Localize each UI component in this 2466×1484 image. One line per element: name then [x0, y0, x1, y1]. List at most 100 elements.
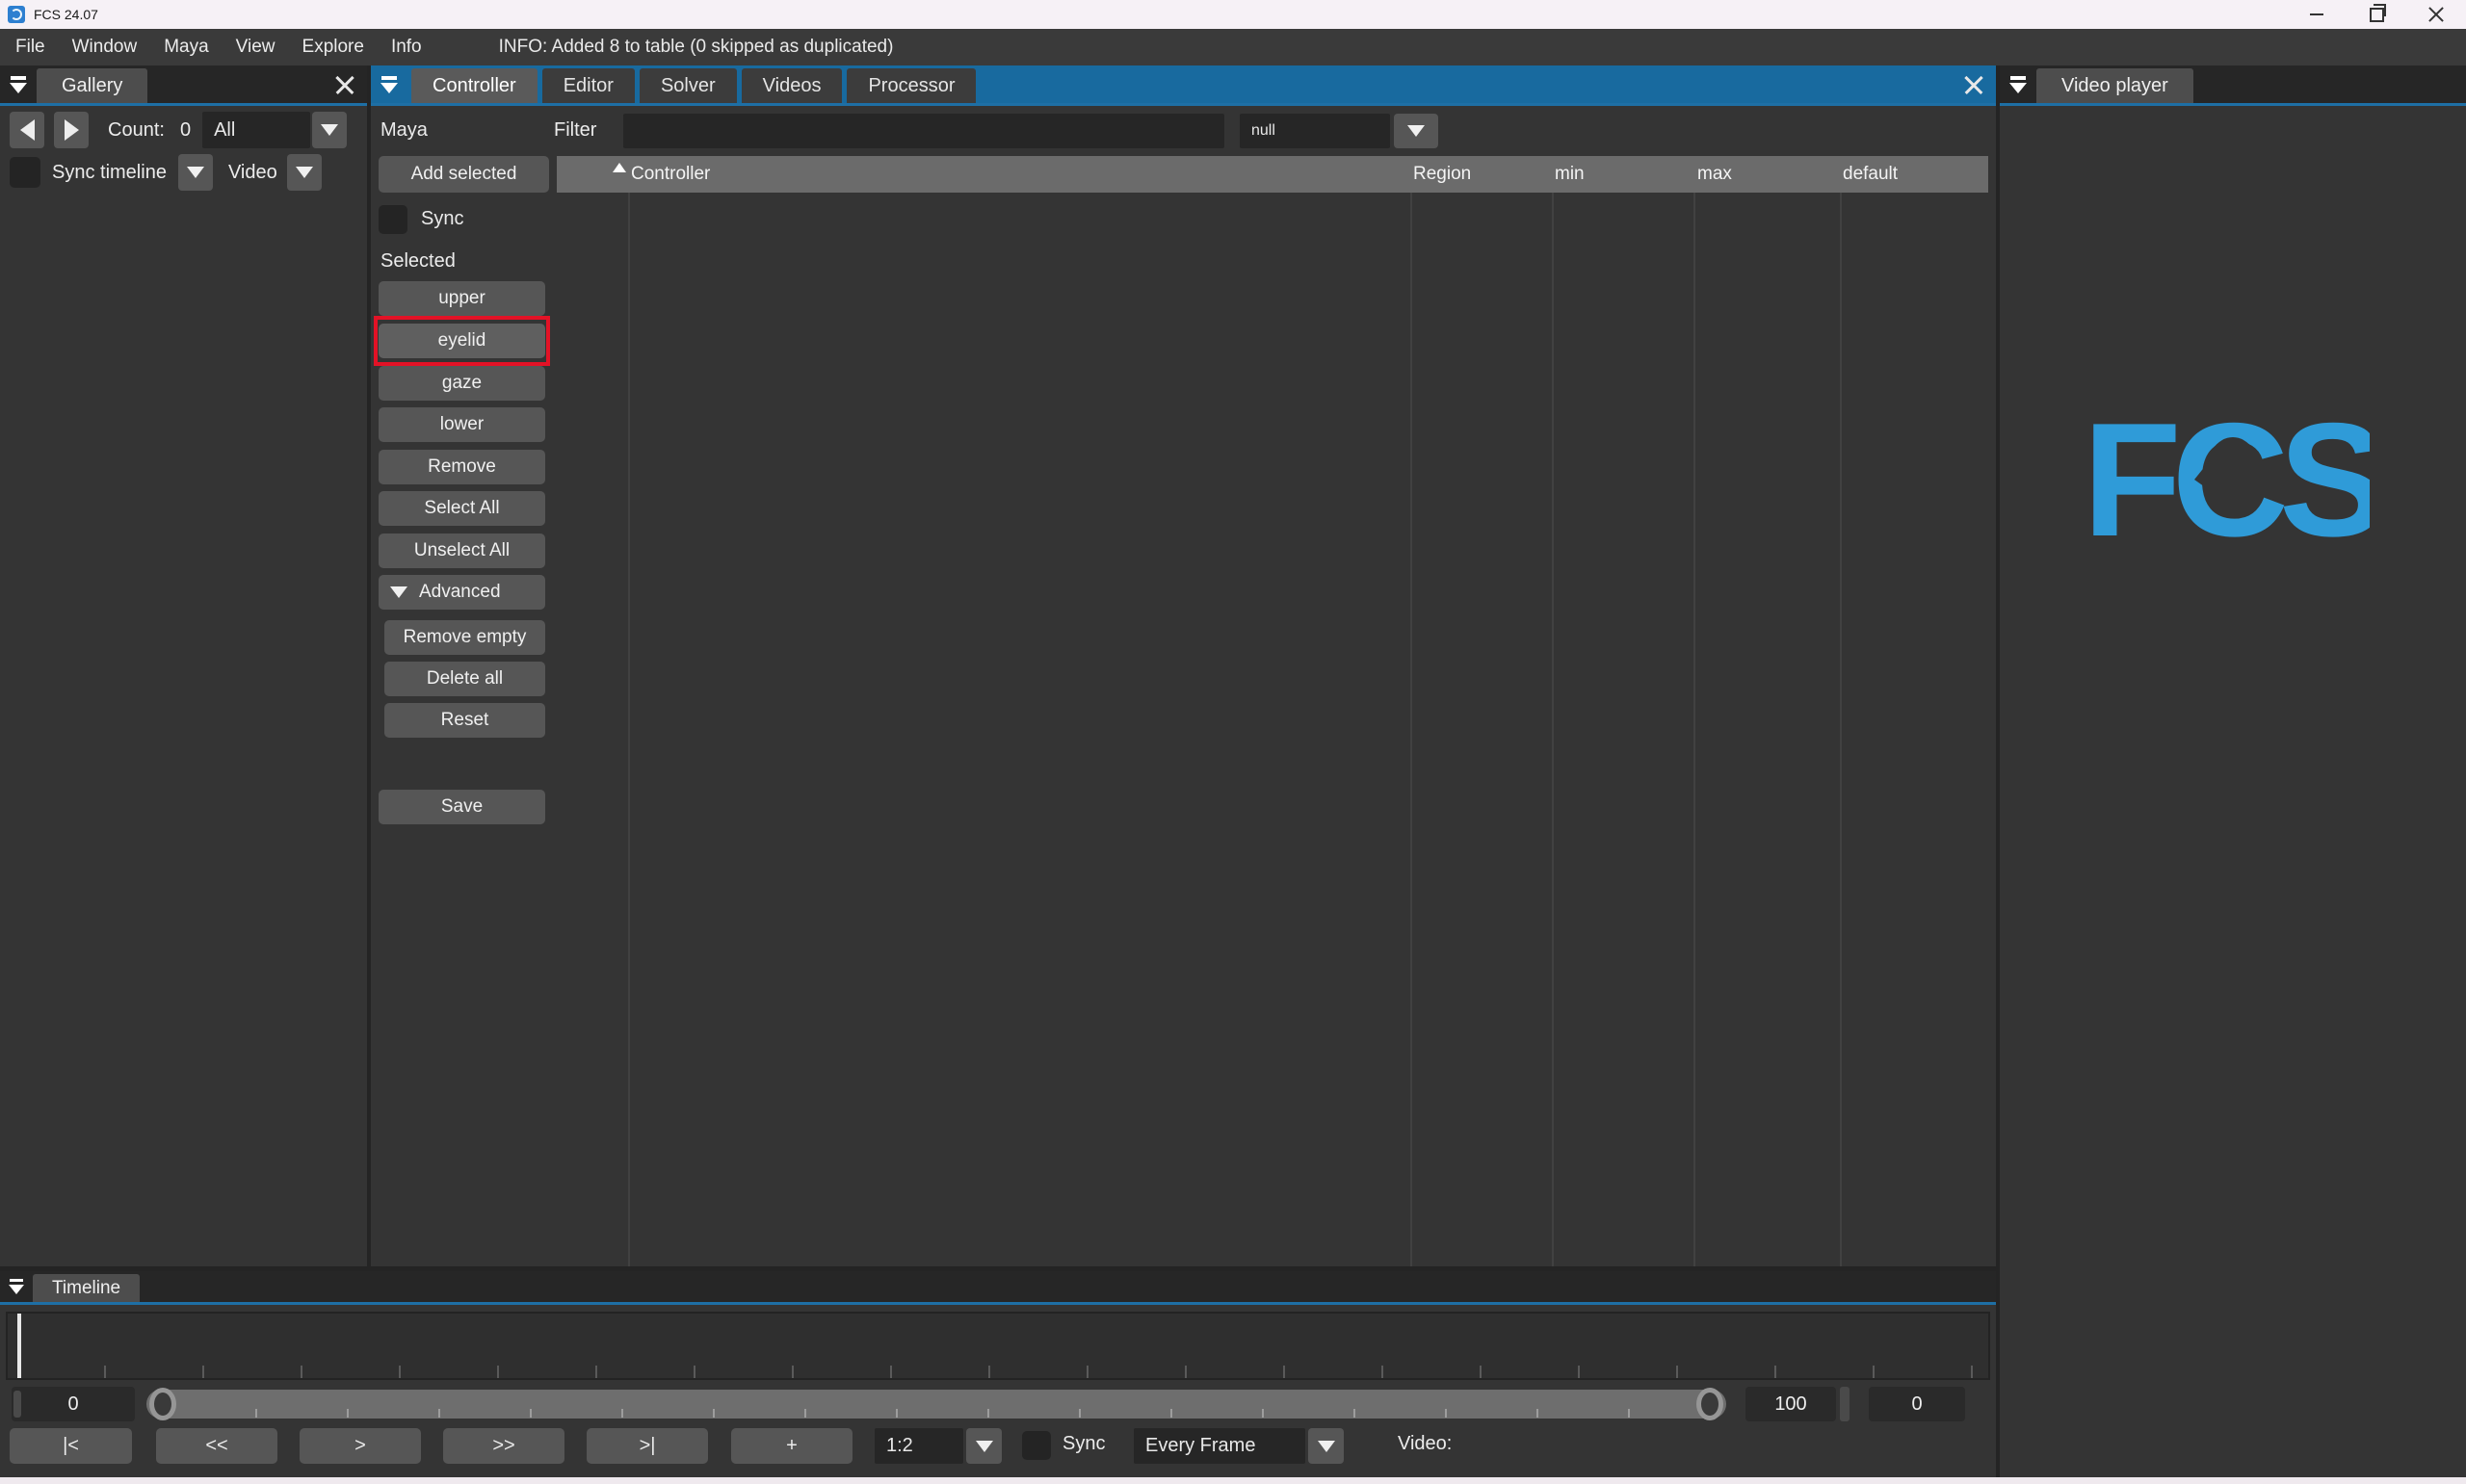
- frame-range-slider[interactable]: [146, 1390, 1726, 1419]
- timeline-track[interactable]: [6, 1312, 1990, 1380]
- arrow-right-icon: [65, 119, 79, 141]
- table-gridline: [1552, 193, 1554, 1266]
- upper-button[interactable]: upper: [379, 281, 545, 316]
- play-button[interactable]: >: [300, 1428, 421, 1464]
- advanced-button-label: Advanced: [419, 582, 501, 603]
- filter-input[interactable]: [623, 114, 1224, 148]
- menu-window[interactable]: Window: [59, 29, 151, 65]
- step-ratio-dropdown[interactable]: 1:2: [875, 1428, 963, 1464]
- dock-menu-icon[interactable]: [371, 65, 407, 103]
- timeline-panel: Timeline 0 100 0 |< << > >> >| + 1:2 Syn…: [0, 1271, 1996, 1477]
- tab-solver[interactable]: Solver: [640, 68, 737, 103]
- sync-mode-dropdown[interactable]: Every Frame: [1134, 1428, 1305, 1464]
- video-player-panel: Video player FCS: [2000, 65, 2466, 1477]
- menu-explore[interactable]: Explore: [289, 29, 378, 65]
- tab-processor[interactable]: Processor: [847, 68, 976, 103]
- current-frame-field[interactable]: 0: [1869, 1387, 1965, 1421]
- gallery-close-icon[interactable]: [334, 74, 355, 95]
- sync-checkbox[interactable]: [379, 205, 407, 234]
- gallery-nav-row: Count: 0 All: [10, 112, 347, 148]
- timeline-video-label: Video:: [1398, 1433, 1452, 1455]
- minimize-icon: [2310, 13, 2323, 15]
- column-min[interactable]: min: [1555, 156, 1585, 193]
- prev-button[interactable]: [10, 112, 44, 148]
- highlight-box: [374, 316, 550, 366]
- dock-menu-icon[interactable]: [0, 65, 37, 103]
- step-ratio-dropdown-button[interactable]: [966, 1428, 1002, 1464]
- gallery-filter-dropdown[interactable]: All: [202, 112, 310, 148]
- video-player-header: Video player: [2000, 65, 2466, 106]
- reset-button[interactable]: Reset: [384, 703, 545, 738]
- dock-menu-icon[interactable]: [2000, 65, 2036, 103]
- tab-gallery[interactable]: Gallery: [37, 68, 147, 103]
- timeline-header: Timeline: [0, 1271, 1996, 1305]
- chevron-down-icon: [1407, 125, 1425, 137]
- menu-info[interactable]: Info: [378, 29, 435, 65]
- controller-close-icon[interactable]: [1963, 74, 1984, 95]
- restore-button[interactable]: [2347, 0, 2406, 29]
- controller-tab-strip: Controller Editor Solver Videos Processo…: [411, 65, 976, 103]
- menu-file[interactable]: File: [0, 29, 59, 65]
- sync-timeline-checkbox[interactable]: [10, 157, 40, 188]
- add-key-button[interactable]: +: [731, 1428, 853, 1464]
- range-start-field[interactable]: 0: [12, 1387, 135, 1421]
- gallery-filter-dropdown-button[interactable]: [312, 112, 347, 148]
- go-to-end-button[interactable]: >|: [587, 1428, 708, 1464]
- sync-label: Sync: [421, 208, 463, 230]
- remove-empty-button[interactable]: Remove empty: [384, 620, 545, 655]
- tab-controller[interactable]: Controller: [411, 68, 538, 103]
- sync-timeline-label: Sync timeline: [52, 162, 167, 184]
- restore-icon: [2370, 8, 2384, 22]
- range-end-handle[interactable]: [1696, 1388, 1723, 1420]
- column-region[interactable]: Region: [1413, 156, 1471, 193]
- null-dropdown-button[interactable]: [1394, 114, 1438, 148]
- next-button[interactable]: [54, 112, 89, 148]
- tab-timeline[interactable]: Timeline: [33, 1274, 140, 1302]
- controller-panel: Controller Editor Solver Videos Processo…: [371, 65, 1996, 1266]
- null-dropdown[interactable]: null: [1240, 114, 1390, 148]
- close-button[interactable]: [2406, 0, 2466, 29]
- controller-panel-header: Controller Editor Solver Videos Processo…: [371, 65, 1996, 106]
- tab-videos[interactable]: Videos: [742, 68, 843, 103]
- application-window: FCS 24.07 File Window Maya View Explore …: [0, 0, 2466, 1484]
- video-dropdown-button[interactable]: [287, 154, 322, 191]
- column-default[interactable]: default: [1843, 156, 1898, 193]
- minimize-button[interactable]: [2287, 0, 2347, 29]
- lower-button[interactable]: lower: [379, 407, 545, 442]
- chevron-down-icon: [976, 1441, 993, 1452]
- selected-label: Selected: [380, 250, 456, 273]
- range-end-field[interactable]: 100: [1745, 1387, 1836, 1421]
- chevron-down-icon: [1318, 1441, 1335, 1452]
- gallery-panel-header: Gallery: [0, 65, 367, 106]
- window-title: FCS 24.07: [34, 7, 98, 22]
- menu-view[interactable]: View: [223, 29, 289, 65]
- gallery-panel: Gallery Count: 0 All Sync timeline Video: [0, 65, 367, 1266]
- count-value: 0: [180, 119, 191, 142]
- range-start-handle[interactable]: [149, 1388, 176, 1420]
- go-to-start-button[interactable]: |<: [10, 1428, 132, 1464]
- tab-video-player[interactable]: Video player: [2036, 68, 2193, 103]
- delete-all-button[interactable]: Delete all: [384, 662, 545, 696]
- save-button[interactable]: Save: [379, 790, 545, 824]
- sync-mode-dropdown-button[interactable]: [1308, 1428, 1344, 1464]
- step-back-button[interactable]: <<: [156, 1428, 277, 1464]
- select-all-button[interactable]: Select All: [379, 491, 545, 526]
- column-controller[interactable]: Controller: [631, 156, 710, 193]
- unselect-all-button[interactable]: Unselect All: [379, 534, 545, 568]
- step-forward-button[interactable]: >>: [443, 1428, 564, 1464]
- menu-maya[interactable]: Maya: [150, 29, 222, 65]
- count-label: Count:: [108, 119, 165, 142]
- sort-ascending-icon: [613, 163, 626, 172]
- gaze-button[interactable]: gaze: [379, 366, 545, 401]
- remove-button[interactable]: Remove: [379, 450, 545, 484]
- advanced-button[interactable]: Advanced: [379, 575, 545, 610]
- timeline-sync-checkbox[interactable]: [1022, 1431, 1051, 1460]
- tab-editor[interactable]: Editor: [542, 68, 635, 103]
- column-max[interactable]: max: [1697, 156, 1732, 193]
- sync-timeline-dropdown-button[interactable]: [178, 154, 213, 191]
- chevron-down-icon: [187, 167, 204, 178]
- add-selected-button[interactable]: Add selected: [379, 156, 549, 193]
- chevron-down-icon: [390, 586, 407, 598]
- chevron-down-icon: [296, 167, 313, 178]
- dock-menu-icon[interactable]: [0, 1271, 33, 1302]
